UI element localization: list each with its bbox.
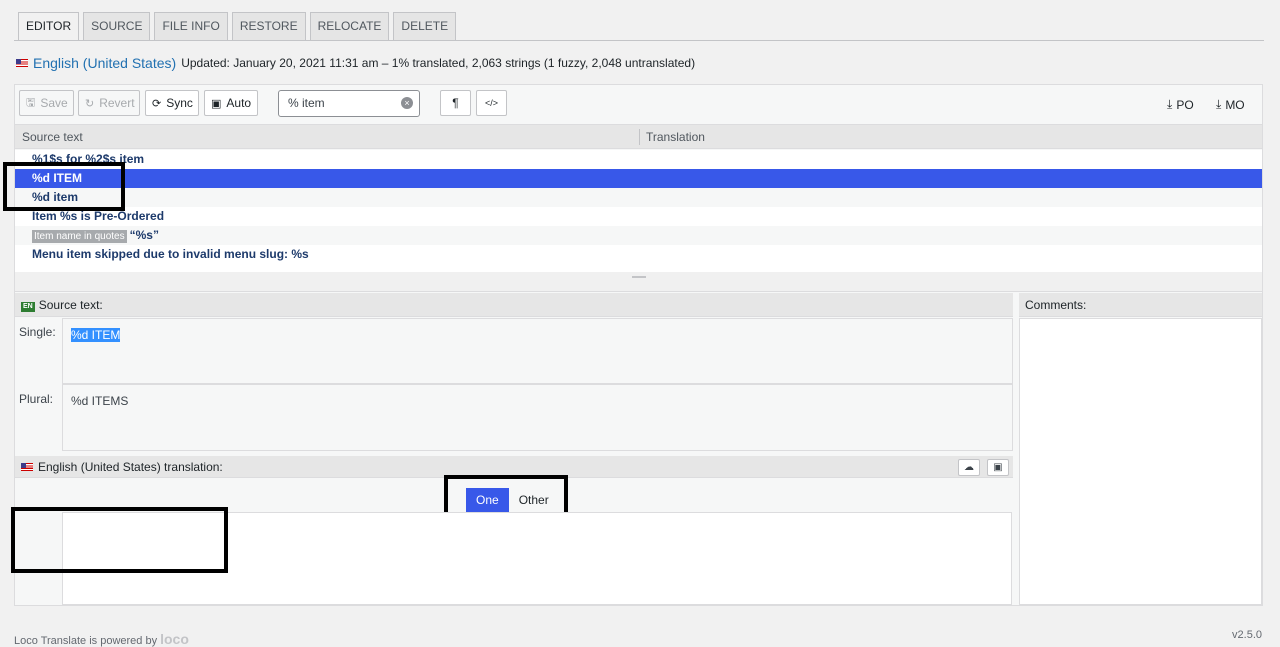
editor-toolbar: 🖫 Save ↻ Revert ⟳ Sync ▣ Auto × ¶ </> ⤓ … bbox=[15, 85, 1262, 125]
table-row-selected[interactable]: %d ITEM bbox=[15, 169, 1262, 188]
tabs-divider bbox=[14, 40, 1264, 41]
revert-icon: ↻ bbox=[85, 97, 95, 110]
locale-link[interactable]: English (United States) bbox=[33, 55, 176, 71]
sync-icon: ⟳ bbox=[152, 97, 162, 110]
tab-editor[interactable]: EDITOR bbox=[18, 12, 80, 41]
save-button[interactable]: 🖫 Save bbox=[19, 90, 74, 116]
comments-header: Comments: bbox=[1019, 293, 1262, 317]
tab-bar: EDITOR SOURCE FILE INFO RESTORE RELOCATE… bbox=[18, 12, 457, 41]
revert-label: Revert bbox=[99, 96, 135, 110]
cloud-icon: ☁ bbox=[964, 462, 974, 473]
code-icon: </> bbox=[484, 98, 498, 108]
table-row[interactable]: Item name in quotes “%s” bbox=[15, 226, 1262, 245]
table-row[interactable]: Menu item skipped due to invalid menu sl… bbox=[15, 245, 1262, 264]
download-icon: ⤓ bbox=[1167, 97, 1173, 111]
annotation-box bbox=[3, 162, 125, 211]
us-flag-icon bbox=[16, 59, 28, 67]
search-field[interactable]: × bbox=[278, 90, 420, 117]
context-badge: Item name in quotes bbox=[32, 230, 127, 243]
download-po-button[interactable]: ⤓ PO bbox=[1167, 97, 1194, 112]
tab-restore[interactable]: RESTORE bbox=[231, 12, 306, 40]
table-row[interactable]: %1$s for %2$s item bbox=[15, 150, 1262, 169]
robot-button[interactable]: ▣ bbox=[987, 459, 1009, 476]
robot-icon: ▣ bbox=[211, 97, 222, 110]
comments-box[interactable] bbox=[1019, 318, 1262, 605]
single-source-text: %d ITEM bbox=[71, 328, 121, 342]
download-mo-button[interactable]: ⤓ MO bbox=[1216, 97, 1245, 112]
tab-relocate[interactable]: RELOCATE bbox=[309, 12, 390, 40]
revert-button[interactable]: ↻ Revert bbox=[78, 90, 140, 116]
annotation-box bbox=[11, 507, 228, 573]
auto-label: Auto bbox=[226, 96, 252, 110]
single-label: Single: bbox=[19, 325, 56, 339]
grid-header: Source text Translation bbox=[15, 125, 1262, 149]
plural-label: Plural: bbox=[19, 392, 54, 406]
source-column-header[interactable]: Source text bbox=[22, 130, 83, 144]
toggle-invisibles-button[interactable]: ¶ bbox=[440, 90, 471, 116]
pane-splitter[interactable] bbox=[15, 272, 1262, 292]
plural-source-text: %d ITEMS bbox=[71, 394, 129, 408]
lang-badge: EN bbox=[21, 302, 35, 312]
translation-column-header[interactable]: Translation bbox=[646, 130, 705, 144]
us-flag-icon bbox=[21, 463, 33, 471]
toggle-code-button[interactable]: </> bbox=[476, 90, 507, 116]
tab-file-info[interactable]: FILE INFO bbox=[154, 12, 228, 40]
table-row[interactable]: %d item bbox=[15, 188, 1262, 207]
auto-button[interactable]: ▣ Auto bbox=[204, 90, 258, 116]
locale-header: English (United States) Updated: January… bbox=[16, 55, 695, 71]
pilcrow-icon: ¶ bbox=[452, 96, 459, 110]
mo-label: MO bbox=[1225, 97, 1245, 112]
download-icon: ⤓ bbox=[1216, 97, 1222, 111]
column-divider[interactable] bbox=[639, 129, 640, 145]
clear-search-icon[interactable]: × bbox=[401, 97, 413, 109]
single-source-box[interactable]: %d ITEM bbox=[62, 318, 1013, 384]
source-heading: Source text: bbox=[38, 298, 103, 312]
robot-icon: ▣ bbox=[993, 462, 1003, 473]
sync-button[interactable]: ⟳ Sync bbox=[145, 90, 199, 116]
locale-stats: Updated: January 20, 2021 11:31 am – 1% … bbox=[181, 56, 696, 70]
search-input[interactable] bbox=[288, 96, 398, 110]
splitter-grip-icon[interactable] bbox=[632, 276, 646, 278]
tab-source[interactable]: SOURCE bbox=[83, 12, 151, 40]
translation-heading: English (United States) translation: bbox=[38, 460, 223, 474]
loco-logo[interactable]: loco bbox=[160, 631, 189, 647]
plural-source-box[interactable]: %d ITEMS bbox=[62, 384, 1013, 451]
floppy-icon: 🖫 bbox=[26, 96, 36, 109]
version-label: v2.5.0 bbox=[1232, 629, 1262, 641]
tab-delete[interactable]: DELETE bbox=[393, 12, 457, 40]
table-row[interactable]: Item %s is Pre-Ordered bbox=[15, 207, 1262, 226]
editor-panel: 🖫 Save ↻ Revert ⟳ Sync ▣ Auto × ¶ </> ⤓ … bbox=[11, 84, 1263, 606]
string-list: %1$s for %2$s item %d ITEM %d item Item … bbox=[15, 150, 1262, 272]
cloud-button[interactable]: ☁ bbox=[958, 459, 980, 476]
sync-label: Sync bbox=[166, 96, 193, 110]
footer-credit: Loco Translate is powered by loco bbox=[14, 631, 189, 647]
source-pane-header: EN Source text: bbox=[15, 293, 1013, 317]
po-label: PO bbox=[1176, 97, 1194, 112]
save-label: Save bbox=[40, 96, 68, 110]
